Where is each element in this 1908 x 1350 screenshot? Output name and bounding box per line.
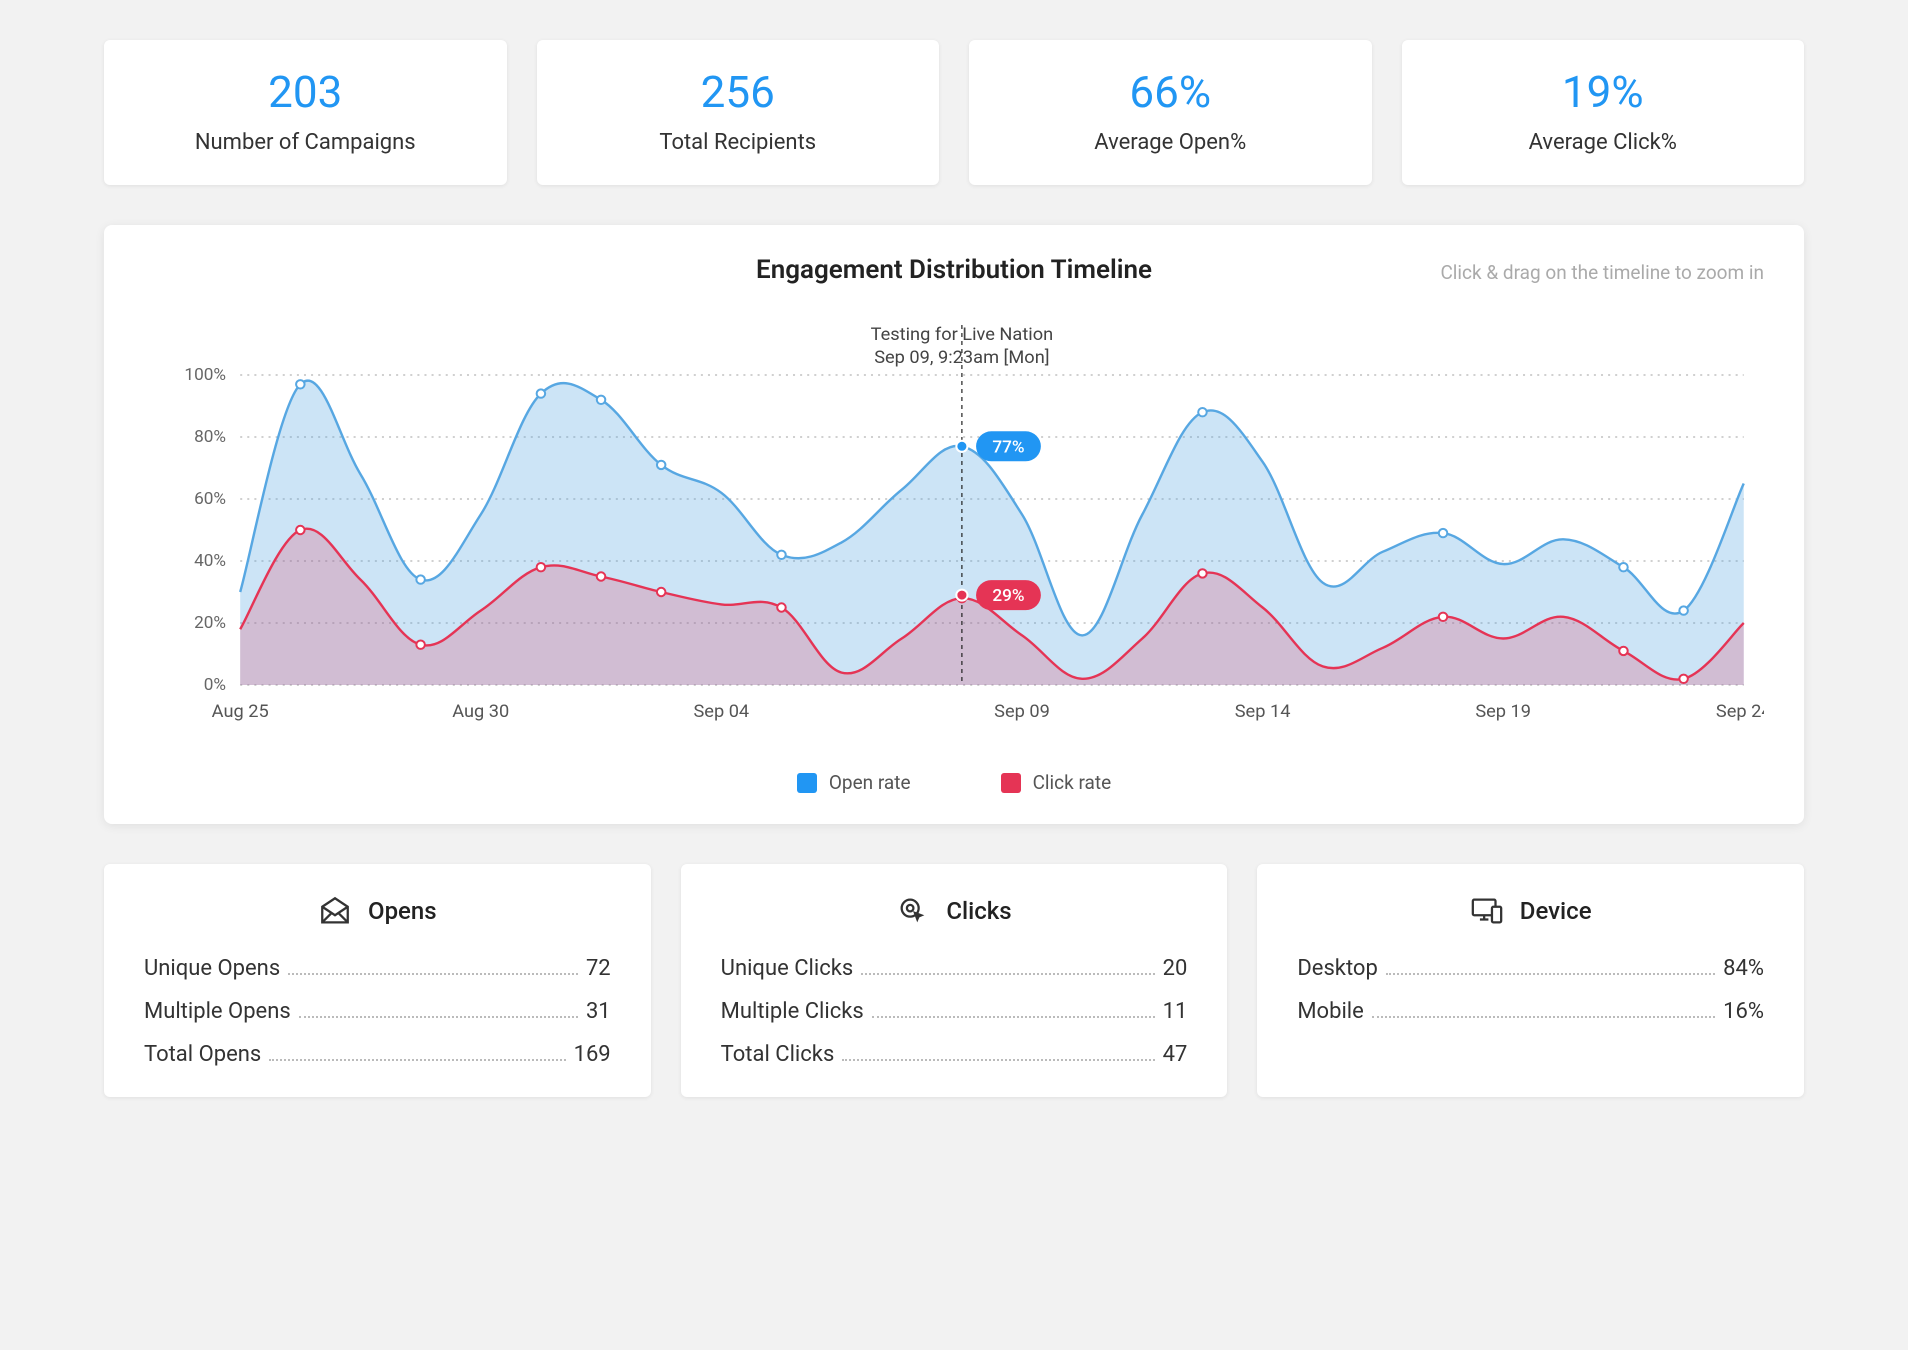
- clicks-multiple: Multiple Clicks 11: [721, 999, 1188, 1024]
- row-value: 11: [1163, 999, 1188, 1024]
- legend-label: Click rate: [1033, 771, 1112, 794]
- svg-text:100%: 100%: [184, 365, 226, 385]
- devices-icon: [1470, 894, 1504, 928]
- svg-text:Sep 09, 9:23am [Mon]: Sep 09, 9:23am [Mon]: [874, 347, 1049, 368]
- legend-swatch-open: [797, 773, 817, 793]
- row-value: 169: [574, 1042, 611, 1067]
- card-title: Device: [1520, 897, 1592, 925]
- row-value: 16%: [1723, 999, 1764, 1024]
- svg-text:40%: 40%: [194, 551, 226, 571]
- engagement-chart[interactable]: 0% 20% 40% 60% 80% 100% Aug 25 Aug 30 Sep 04 Sep …: [144, 315, 1764, 745]
- svg-text:77%: 77%: [992, 438, 1024, 458]
- legend-click-rate[interactable]: Click rate: [1001, 771, 1112, 794]
- envelope-open-icon: [318, 894, 352, 928]
- svg-text:20%: 20%: [194, 613, 226, 633]
- row-label: Multiple Opens: [144, 999, 291, 1024]
- row-value: 84%: [1723, 956, 1764, 981]
- opens-card: Opens Unique Opens 72 Multiple Opens 31 …: [104, 864, 651, 1097]
- row-label: Unique Opens: [144, 956, 280, 981]
- legend-label: Open rate: [829, 771, 911, 794]
- svg-text:0%: 0%: [204, 675, 226, 695]
- row-label: Multiple Clicks: [721, 999, 864, 1024]
- stat-label: Average Click%: [1412, 130, 1795, 155]
- row-value: 31: [586, 999, 611, 1024]
- stat-label: Total Recipients: [547, 130, 930, 155]
- svg-text:Sep 04: Sep 04: [693, 701, 749, 722]
- svg-text:Sep 19: Sep 19: [1475, 701, 1531, 722]
- svg-text:Sep 24: Sep 24: [1716, 701, 1764, 722]
- device-desktop: Desktop 84%: [1297, 956, 1764, 981]
- device-card: Device Desktop 84% Mobile 16%: [1257, 864, 1804, 1097]
- stats-row: 203 Number of Campaigns 256 Total Recipi…: [104, 40, 1804, 185]
- svg-text:60%: 60%: [194, 489, 226, 509]
- stat-card-click-rate: 19% Average Click%: [1402, 40, 1805, 185]
- stat-value: 203: [114, 68, 497, 116]
- chart-hint: Click & drag on the timeline to zoom in: [1440, 261, 1764, 284]
- stat-card-open-rate: 66% Average Open%: [969, 40, 1372, 185]
- stat-card-campaigns: 203 Number of Campaigns: [104, 40, 507, 185]
- svg-text:Aug 25: Aug 25: [212, 701, 269, 722]
- stat-value: 256: [547, 68, 930, 116]
- stat-card-recipients: 256 Total Recipients: [537, 40, 940, 185]
- engagement-chart-card: Engagement Distribution Timeline Click &…: [104, 225, 1804, 824]
- svg-text:Sep 14: Sep 14: [1235, 701, 1291, 722]
- row-label: Desktop: [1297, 956, 1378, 981]
- cursor-click-icon: [896, 894, 930, 928]
- chart-title: Engagement Distribution Timeline: [756, 255, 1152, 285]
- row-label: Mobile: [1297, 999, 1363, 1024]
- legend-swatch-click: [1001, 773, 1021, 793]
- row-value: 20: [1163, 956, 1188, 981]
- legend-open-rate[interactable]: Open rate: [797, 771, 911, 794]
- opens-multiple: Multiple Opens 31: [144, 999, 611, 1024]
- svg-text:Testing for Live Nation: Testing for Live Nation: [871, 324, 1054, 345]
- stat-label: Number of Campaigns: [114, 130, 497, 155]
- clicks-card: Clicks Unique Clicks 20 Multiple Clicks …: [681, 864, 1228, 1097]
- clicks-unique: Unique Clicks 20: [721, 956, 1188, 981]
- chart-legend: Open rate Click rate: [144, 771, 1764, 794]
- opens-unique: Unique Opens 72: [144, 956, 611, 981]
- row-value: 47: [1163, 1042, 1188, 1067]
- svg-text:80%: 80%: [194, 427, 226, 447]
- svg-text:Aug 30: Aug 30: [452, 701, 509, 722]
- clicks-total: Total Clicks 47: [721, 1042, 1188, 1067]
- row-value: 72: [586, 956, 611, 981]
- svg-text:29%: 29%: [992, 587, 1024, 607]
- detail-row: Opens Unique Opens 72 Multiple Opens 31 …: [104, 864, 1804, 1097]
- stat-value: 19%: [1412, 68, 1795, 116]
- row-label: Unique Clicks: [721, 956, 854, 981]
- opens-total: Total Opens 169: [144, 1042, 611, 1067]
- card-title: Clicks: [946, 897, 1011, 925]
- stat-label: Average Open%: [979, 130, 1362, 155]
- card-title: Opens: [368, 897, 437, 925]
- row-label: Total Opens: [144, 1042, 261, 1067]
- svg-text:Sep 09: Sep 09: [994, 701, 1050, 722]
- stat-value: 66%: [979, 68, 1362, 116]
- row-label: Total Clicks: [721, 1042, 835, 1067]
- device-mobile: Mobile 16%: [1297, 999, 1764, 1024]
